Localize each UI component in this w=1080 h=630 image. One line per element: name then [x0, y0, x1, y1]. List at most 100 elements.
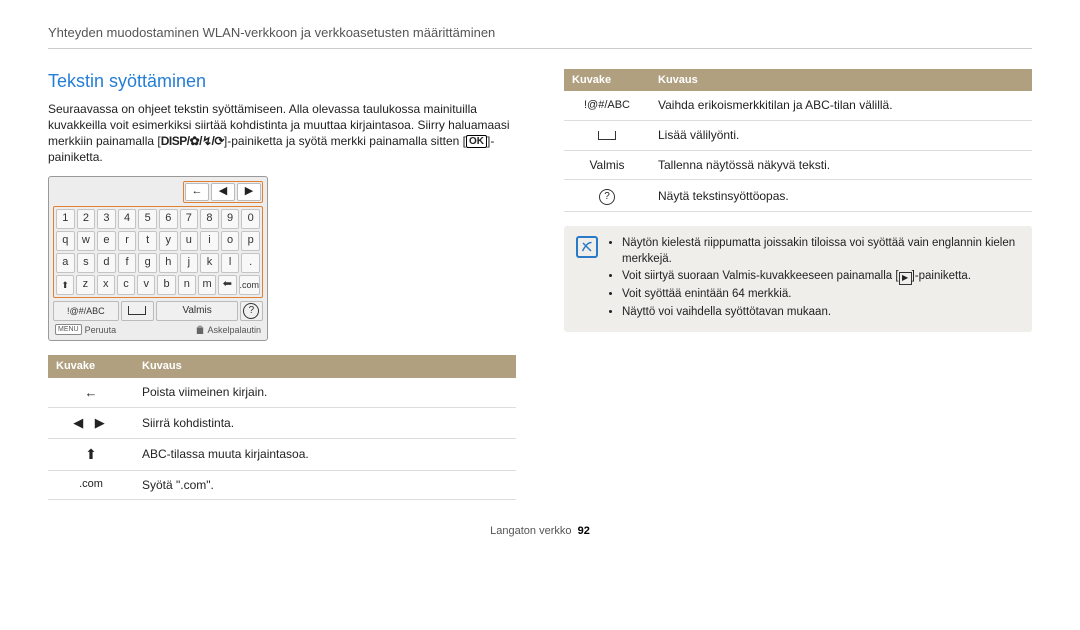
icon-dotcom: .com — [48, 470, 134, 499]
cursor-left-key[interactable]: ◀ — [211, 183, 235, 201]
onscreen-keyboard: ← ◀ ▶ 1 2 3 4 5 6 7 8 9 0 — [48, 176, 268, 341]
table-row: ⬆ ABC-tilassa muuta kirjaintasoa. — [48, 438, 516, 470]
th-desc: Kuvaus — [650, 69, 1032, 92]
table-row: !@#/ABC Vaihda erikoismerkkitilan ja ABC… — [564, 91, 1032, 120]
key-1[interactable]: 1 — [56, 209, 75, 229]
mode-toggle-key[interactable]: !@#/ABC — [53, 301, 119, 321]
disp-icon: DISP/✿/↯/⟳ — [161, 134, 224, 148]
section-heading: Tekstin syöttäminen — [48, 69, 516, 93]
key-e[interactable]: e — [97, 231, 116, 251]
help-icon: ? — [599, 189, 615, 205]
key-p[interactable]: p — [241, 231, 260, 251]
valmis-inline: Valmis — [722, 270, 756, 282]
trash-icon — [196, 325, 204, 335]
help-key[interactable]: ? — [240, 301, 263, 321]
key-o[interactable]: o — [221, 231, 240, 251]
th-desc: Kuvaus — [134, 355, 516, 378]
space-icon — [598, 131, 616, 140]
desc-done: Tallenna näytössä näkyvä teksti. — [650, 151, 1032, 180]
key-t[interactable]: t — [138, 231, 157, 251]
page-number: 92 — [578, 525, 590, 537]
key-v[interactable]: v — [137, 275, 155, 295]
th-icon: Kuvake — [48, 355, 134, 378]
desc-space: Lisää välilyönti. — [650, 120, 1032, 151]
menu-pill-icon: MENU — [55, 324, 82, 335]
key-3[interactable]: 3 — [97, 209, 116, 229]
key-w[interactable]: w — [77, 231, 96, 251]
intro-paragraph: Seuraavassa on ohjeet tekstin syöttämise… — [48, 101, 516, 166]
note-box: Näytön kielestä riippumatta joissakin ti… — [564, 226, 1032, 332]
page-header: Yhteyden muodostaminen WLAN-verkkoon ja … — [48, 24, 1032, 49]
key-f[interactable]: f — [118, 253, 137, 273]
keyboard-func-row: !@#/ABC Valmis ? — [53, 301, 263, 321]
dotcom-key[interactable]: .com — [239, 275, 261, 295]
footer-label: Langaton verkko — [490, 525, 571, 537]
help-icon: ? — [243, 303, 259, 319]
key-b[interactable]: b — [157, 275, 175, 295]
note-item: Voit siirtyä suoraan Valmis-kuvakkeeseen… — [622, 269, 1020, 285]
key-7[interactable]: 7 — [180, 209, 199, 229]
cursor-right-key[interactable]: ▶ — [237, 183, 261, 201]
ok-button-icon: OK — [466, 135, 487, 148]
backspace-key-2[interactable]: ⬅ — [218, 275, 236, 295]
key-5[interactable]: 5 — [138, 209, 157, 229]
cancel-hint: MENUPeruuta — [55, 324, 116, 336]
key-u[interactable]: u — [180, 231, 199, 251]
backspace-key[interactable]: ← — [185, 183, 209, 201]
icon-space — [564, 120, 650, 151]
key-d[interactable]: d — [97, 253, 116, 273]
key-x[interactable]: x — [97, 275, 115, 295]
key-a[interactable]: a — [56, 253, 75, 273]
key-g[interactable]: g — [138, 253, 157, 273]
key-h[interactable]: h — [159, 253, 178, 273]
backspace-hint: Askelpalautin — [196, 324, 261, 336]
note-item: Voit syöttää enintään 64 merkkiä. — [622, 287, 1020, 303]
key-9[interactable]: 9 — [221, 209, 240, 229]
key-n[interactable]: n — [178, 275, 196, 295]
note-icon — [576, 236, 598, 258]
icon-help: ? — [564, 180, 650, 212]
key-8[interactable]: 8 — [200, 209, 219, 229]
key-6[interactable]: 6 — [159, 209, 178, 229]
icon-done: Valmis — [564, 151, 650, 180]
key-r[interactable]: r — [118, 231, 137, 251]
key-s[interactable]: s — [77, 253, 96, 273]
space-icon — [128, 306, 146, 315]
key-l[interactable]: l — [221, 253, 240, 273]
icon-mode-toggle: !@#/ABC — [564, 91, 650, 120]
note-item: Näytön kielestä riippumatta joissakin ti… — [622, 236, 1020, 267]
icon-backspace: ← — [48, 378, 134, 408]
key-c[interactable]: c — [117, 275, 135, 295]
key-m[interactable]: m — [198, 275, 216, 295]
key-i[interactable]: i — [200, 231, 219, 251]
key-4[interactable]: 4 — [118, 209, 137, 229]
note-list: Näytön kielestä riippumatta joissakin ti… — [608, 236, 1020, 322]
keyboard-footer: MENUPeruuta Askelpalautin — [53, 324, 263, 336]
key-j[interactable]: j — [180, 253, 199, 273]
table-row: Valmis Tallenna näytössä näkyvä teksti. — [564, 151, 1032, 180]
desc-shift: ABC-tilassa muuta kirjaintasoa. — [134, 438, 516, 470]
table-row: Lisää välilyönti. — [564, 120, 1032, 151]
key-z[interactable]: z — [76, 275, 94, 295]
key-dot[interactable]: . — [241, 253, 260, 273]
key-y[interactable]: y — [159, 231, 178, 251]
note-item: Näyttö voi vaihdella syöttötavan mukaan. — [622, 305, 1020, 321]
play-icon: ▶ — [899, 272, 912, 285]
keyboard-nav-row: ← ◀ ▶ — [53, 181, 263, 203]
desc-dotcom: Syötä ".com". — [134, 470, 516, 499]
left-column: Tekstin syöttäminen Seuraavassa on ohjee… — [48, 69, 516, 508]
desc-help: Näytä tekstinsyöttöopas. — [650, 180, 1032, 212]
key-k[interactable]: k — [200, 253, 219, 273]
key-2[interactable]: 2 — [77, 209, 96, 229]
icon-table-left: Kuvake Kuvaus ← Poista viimeinen kirjain… — [48, 355, 516, 500]
shift-key[interactable]: ⬆ — [56, 275, 74, 295]
keyboard-grid: 1 2 3 4 5 6 7 8 9 0 q w e r t y — [53, 206, 263, 298]
page-footer: Langaton verkko 92 — [48, 524, 1032, 539]
key-0[interactable]: 0 — [241, 209, 260, 229]
key-q[interactable]: q — [56, 231, 75, 251]
right-column: Kuvake Kuvaus !@#/ABC Vaihda erikoismerk… — [564, 69, 1032, 508]
th-icon: Kuvake — [564, 69, 650, 92]
space-key[interactable] — [121, 301, 155, 321]
done-key[interactable]: Valmis — [156, 301, 237, 321]
icon-cursors: ◀ ▶ — [48, 408, 134, 439]
